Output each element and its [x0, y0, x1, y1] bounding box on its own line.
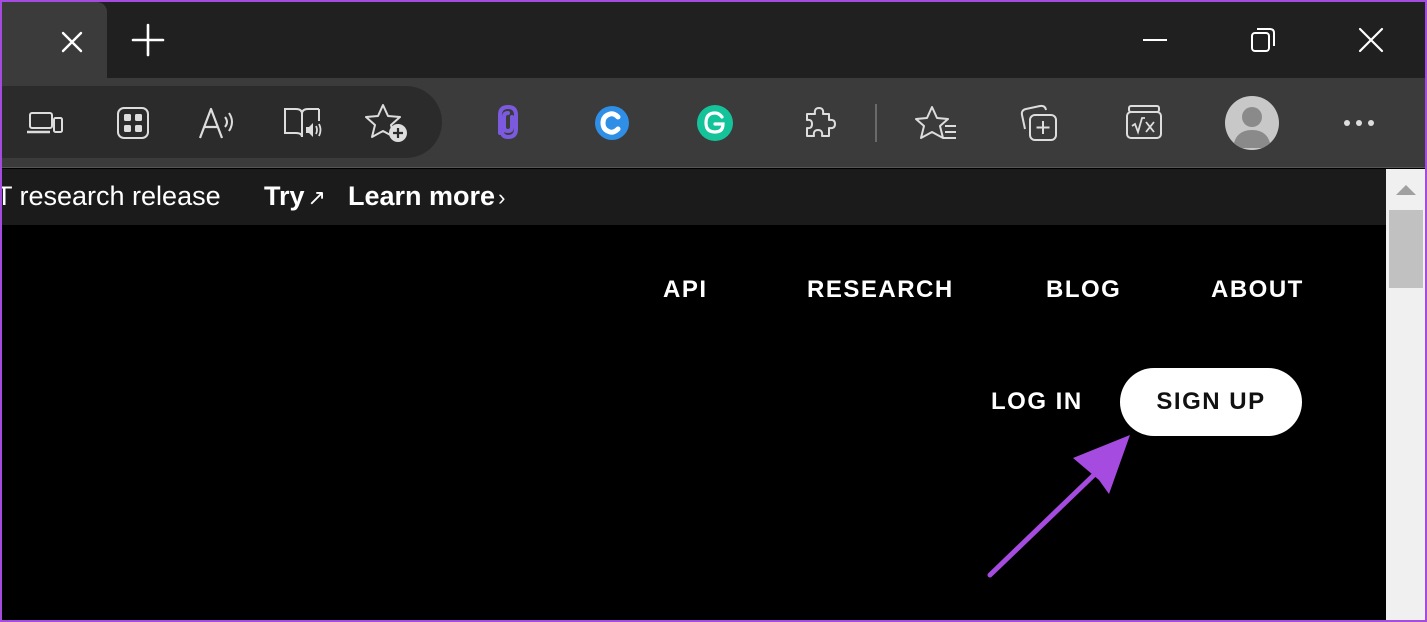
nav-research[interactable]: RESEARCH	[807, 276, 954, 304]
chevron-right-icon: ›	[498, 185, 506, 210]
active-tab[interactable]	[2, 2, 107, 78]
toolbar-separator	[875, 104, 877, 142]
scrollbar-thumb[interactable]	[1389, 210, 1423, 288]
profile-avatar-icon[interactable]	[1225, 96, 1279, 150]
nav-about[interactable]: ABOUT	[1211, 276, 1304, 304]
minimize-icon[interactable]	[1132, 18, 1178, 62]
extensions-puzzle-icon[interactable]	[797, 100, 843, 146]
banner-text: T research release	[0, 181, 221, 211]
nav-api[interactable]: API	[663, 276, 708, 304]
sign-up-button[interactable]: SIGN UP	[1120, 368, 1302, 436]
try-link[interactable]: Try ↗	[264, 181, 326, 212]
more-icon[interactable]	[1336, 100, 1382, 146]
external-arrow-icon: ↗	[307, 185, 326, 210]
math-solver-icon[interactable]	[1121, 100, 1167, 146]
title-bar	[0, 0, 1427, 78]
restore-icon[interactable]	[1240, 18, 1286, 62]
scroll-up-arrow-icon[interactable]	[1396, 185, 1416, 195]
favorites-icon[interactable]	[913, 100, 959, 146]
close-icon[interactable]	[54, 24, 90, 60]
browser-toolbar	[0, 78, 1427, 168]
nav-blog[interactable]: BLOG	[1046, 276, 1121, 304]
announcement-banner: T research release Try ↗ Learn more ›	[0, 169, 1386, 225]
log-in-link[interactable]: LOG IN	[991, 388, 1083, 416]
add-favorite-icon[interactable]	[364, 100, 410, 146]
paperclip-extension-icon[interactable]	[485, 100, 531, 146]
immersive-reader-icon[interactable]	[280, 100, 326, 146]
collections-icon[interactable]	[1017, 100, 1063, 146]
apps-grid-icon[interactable]	[110, 100, 156, 146]
c-extension-icon[interactable]	[589, 100, 635, 146]
close-icon[interactable]	[1348, 18, 1394, 62]
learn-more-link[interactable]: Learn more ›	[348, 181, 505, 212]
plus-icon[interactable]	[128, 20, 168, 60]
arrow-pointer-icon	[987, 435, 1130, 578]
devices-icon[interactable]	[22, 100, 68, 146]
read-aloud-icon[interactable]	[194, 100, 240, 146]
grammarly-extension-icon[interactable]	[692, 100, 738, 146]
